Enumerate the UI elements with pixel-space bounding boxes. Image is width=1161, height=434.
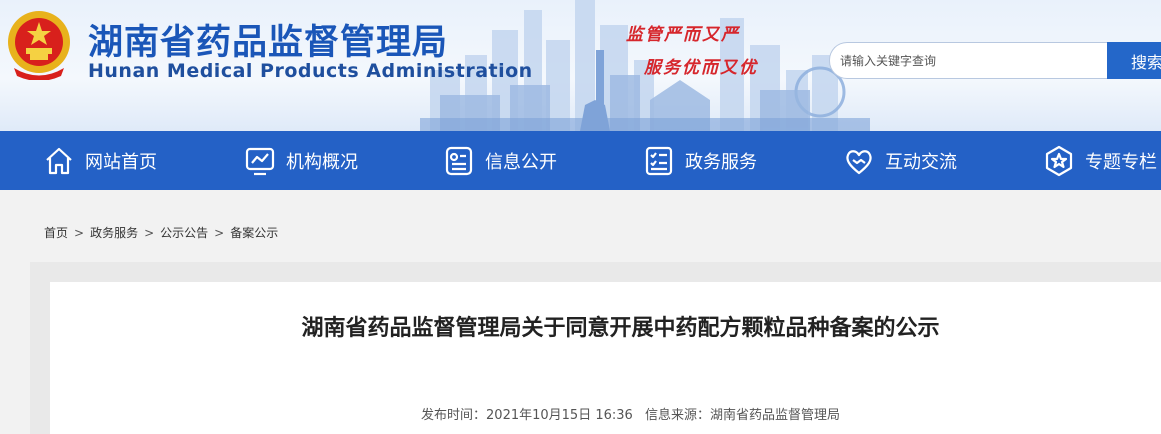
home-icon [46,147,72,174]
header-banner: 湖南省药品监督管理局 Hunan Medical Products Admini… [0,0,1161,131]
nav-item-label: 互动交流 [885,151,957,173]
star-badge-icon [1045,145,1073,176]
breadcrumb-separator: > [214,226,225,240]
publish-time: 发布时间：2021年10月15日 16:36 [421,408,633,423]
nav-item-topics[interactable]: 专题专栏 [1043,131,1157,190]
nav-item-label: 政务服务 [685,151,757,173]
search-button[interactable]: 搜索 [1107,42,1161,79]
info-source: 信息来源：湖南省药品监督管理局 [644,408,840,423]
national-emblem-icon [8,11,70,80]
article-title: 湖南省药品监督管理局关于同意开展中药配方颗粒品种备案的公示 [301,316,940,341]
article-meta: 发布时间：2021年10月15日 16:36 信息来源：湖南省药品监督管理局 [50,404,1161,423]
nav-item-label: 信息公开 [485,151,557,173]
nav-item-label: 机构概况 [286,151,358,173]
nav-item-home[interactable]: 网站首页 [43,131,157,190]
breadcrumb-link-filing[interactable]: 备案公示 [230,226,278,240]
nav-item-info[interactable]: 信息公开 [443,131,557,190]
breadcrumb-separator: > [74,226,85,240]
nav-item-interaction[interactable]: 互动交流 [843,131,957,190]
breadcrumb-link-services[interactable]: 政务服务 [90,226,138,240]
search-box: 搜索 [829,42,1161,79]
slogan-line-1: 监管严而又严 [626,25,740,45]
heart-handshake-icon [846,149,872,174]
chart-monitor-icon [245,147,275,175]
nav-item-label: 专题专栏 [1085,151,1157,173]
main-nav: 网站首页 机构概况 信息公开 政务服务 互动交流 专题专栏 [0,131,1161,190]
search-input[interactable] [829,42,1107,79]
breadcrumb: 首页 > 政务服务 > 公示公告 > 备案公示 [44,224,278,241]
breadcrumb-link-announcements[interactable]: 公示公告 [160,226,208,240]
slogan-line-2: 服务优而又优 [644,58,758,78]
checklist-icon [645,146,673,175]
nav-item-about[interactable]: 机构概况 [244,131,358,190]
info-card-icon [445,146,473,175]
site-title-english: Hunan Medical Products Administration [88,60,533,82]
nav-item-services[interactable]: 政务服务 [643,131,757,190]
site-title: 湖南省药品监督管理局 [88,23,449,63]
nav-item-label: 网站首页 [85,151,157,173]
article-card: 湖南省药品监督管理局关于同意开展中药配方颗粒品种备案的公示 发布时间：2021年… [50,282,1161,434]
breadcrumb-separator: > [144,226,155,240]
breadcrumb-link-home[interactable]: 首页 [44,226,68,240]
